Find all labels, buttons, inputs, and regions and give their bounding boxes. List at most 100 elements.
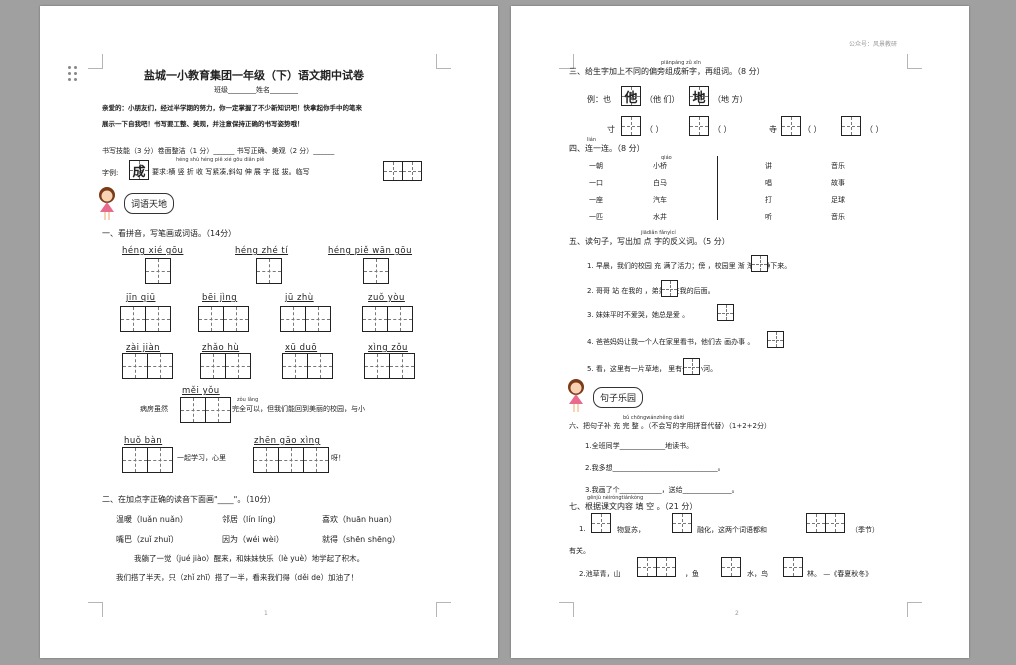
example-grid: 地 <box>689 86 709 106</box>
pinyin-annotation: zǒu lǎng <box>237 397 259 403</box>
answer-grid[interactable] <box>591 513 611 533</box>
q6-item[interactable]: 1.全班同学_____________地读书。 <box>585 441 693 451</box>
answer-grid[interactable] <box>621 116 641 136</box>
answer-grid[interactable] <box>120 306 171 332</box>
pinyin-label: bēi jìng <box>202 293 238 303</box>
answer-grid[interactable] <box>717 304 734 321</box>
section-badge: 词语天地 <box>124 193 175 214</box>
answer-grid[interactable] <box>806 513 845 533</box>
reading-choice: 因为（wéi wèi） <box>222 535 284 544</box>
crop-mark <box>88 54 103 69</box>
q5-item: 4. 爸爸妈妈让我一个人在家里看书，他们去 画办事 。 <box>587 338 755 346</box>
match-left[interactable]: 一朝 <box>589 161 603 171</box>
intro-text: 展示一下自我吧！书写要工整、美观，并注意保持正确的书写姿势哦！ <box>102 120 304 128</box>
sentence-text: 完全可以，但我们能回到美丽的校园，与小 <box>232 405 365 413</box>
answer-grid[interactable] <box>200 353 251 379</box>
pinyin-label: jū zhù <box>285 293 314 303</box>
answer-grid[interactable] <box>721 557 741 577</box>
example-grid: 他 <box>621 86 641 106</box>
intro-text: 亲爱的：小朋友们，经过半学期的努力，你一定掌握了不少新知识吧！快拿起你手中的笔来 <box>102 104 362 112</box>
girl-illustration-icon <box>568 379 584 412</box>
crop-mark <box>436 602 451 617</box>
answer-blank[interactable]: （ ） <box>865 124 884 135</box>
model-char-grid: 成 <box>129 160 149 180</box>
answer-grid[interactable] <box>767 331 784 348</box>
q7-text: 林。 —《春夏秋冬》 <box>807 570 873 578</box>
page-number: 2 <box>735 610 739 617</box>
reading-choice: 温暖（luǎn nuǎn） <box>116 515 188 524</box>
example-char: 他 <box>624 90 638 106</box>
match-middle[interactable]: 小桥 <box>653 161 667 171</box>
match-right[interactable]: 音乐 <box>831 212 845 222</box>
match-right[interactable]: 音乐 <box>831 161 845 171</box>
pinyin-label: héng piě wān gōu <box>328 246 413 256</box>
divider-line <box>717 156 718 220</box>
match-middle[interactable]: 白马 <box>653 178 667 188</box>
q6-item[interactable]: 2.我多想______________________________。 <box>585 463 725 473</box>
match-left[interactable]: 一匹 <box>589 212 603 222</box>
answer-grid[interactable] <box>781 116 801 136</box>
q7-text: （季节） <box>851 526 879 534</box>
reading-choice: 就得（shēn shēng） <box>322 535 401 544</box>
answer-grid[interactable] <box>637 557 676 577</box>
page-number: 1 <box>264 610 268 617</box>
q7-text: 1. <box>579 525 586 533</box>
pinyin-annotation: héng shù héng piě xié gōu diǎn piě <box>176 157 265 163</box>
match-right[interactable]: 足球 <box>831 195 845 205</box>
crop-mark <box>88 602 103 617</box>
answer-grid[interactable] <box>841 116 861 136</box>
answer-grid[interactable] <box>362 306 413 332</box>
match-left[interactable]: 一座 <box>589 195 603 205</box>
q7-text: 物复苏， <box>617 526 645 534</box>
match-middle[interactable]: 水井 <box>653 212 667 222</box>
answer-blank[interactable]: （ ） <box>803 124 822 135</box>
match-middle[interactable]: 汽车 <box>653 195 667 205</box>
answer-grid[interactable] <box>672 513 692 533</box>
answer-grid[interactable] <box>253 447 329 473</box>
answer-grid[interactable] <box>180 397 231 423</box>
answer-grid[interactable] <box>280 306 331 332</box>
question-title: 三、给生字加上不同的偏旁组成新字，再组词。（8 分） <box>569 67 765 76</box>
q7-text: 融化，这两个词语都和 <box>697 526 767 534</box>
answer-grid[interactable] <box>751 255 768 272</box>
reading-sentence: 我们搭了半天，只（zhǐ zhī）搭了一半，看来我们得（děi de）加油了！ <box>116 573 359 582</box>
match-right[interactable]: 听 <box>765 212 772 222</box>
pinyin-label: héng zhé tí <box>235 246 289 256</box>
match-left[interactable]: 一口 <box>589 178 603 188</box>
drag-handle-icon[interactable] <box>68 66 78 82</box>
match-right[interactable]: 唱 <box>765 178 772 188</box>
answer-grid[interactable] <box>282 353 333 379</box>
match-right[interactable]: 讲 <box>765 161 772 171</box>
answer-grid[interactable] <box>122 353 173 379</box>
question-title: 六、把句子补 充 完 整 。（不会写的字用拼音代替）（1+2+2分） <box>569 422 771 430</box>
example-text: （地 方） <box>713 95 748 104</box>
answer-grid[interactable] <box>256 258 282 284</box>
q5-item: 3. 妹妹平时不爱哭，她总是爱 。 <box>587 311 690 319</box>
char-model-label: 字例: <box>102 169 119 177</box>
q7-text: 有关。 <box>569 547 590 555</box>
reading-choice: 嘴巴（zuǐ zhuǐ） <box>116 535 179 544</box>
answer-grid[interactable] <box>689 116 709 136</box>
sentence-text: 一起学习，心里 <box>177 454 226 462</box>
document-page-1: 盐城一小教育集团一年级（下）语文期中试卷 班级________姓名_______… <box>40 6 498 658</box>
pinyin-label: héng xié gōu <box>122 246 184 256</box>
answer-grid[interactable] <box>661 280 678 297</box>
answer-grid[interactable] <box>122 447 173 473</box>
answer-grid[interactable] <box>363 258 389 284</box>
answer-grid[interactable] <box>683 358 700 375</box>
q6-item[interactable]: 3.我画了个____________，送给______________。 <box>585 485 739 495</box>
answer-grid[interactable] <box>198 306 249 332</box>
answer-blank[interactable]: （ ） <box>713 124 732 135</box>
question-title: 四、连一连。（8 分） <box>569 144 645 153</box>
answer-grid[interactable] <box>364 353 415 379</box>
practice-grid[interactable] <box>383 161 422 181</box>
reading-choice: 邻居（lín líng） <box>222 515 281 524</box>
match-right[interactable]: 打 <box>765 195 772 205</box>
girl-illustration-icon <box>99 187 115 220</box>
answer-grid[interactable] <box>783 557 803 577</box>
answer-grid[interactable] <box>145 258 171 284</box>
q7-text: ，鱼 <box>685 570 699 578</box>
answer-blank[interactable]: （ ） <box>645 124 664 135</box>
crop-mark <box>436 54 451 69</box>
match-right[interactable]: 故事 <box>831 178 845 188</box>
